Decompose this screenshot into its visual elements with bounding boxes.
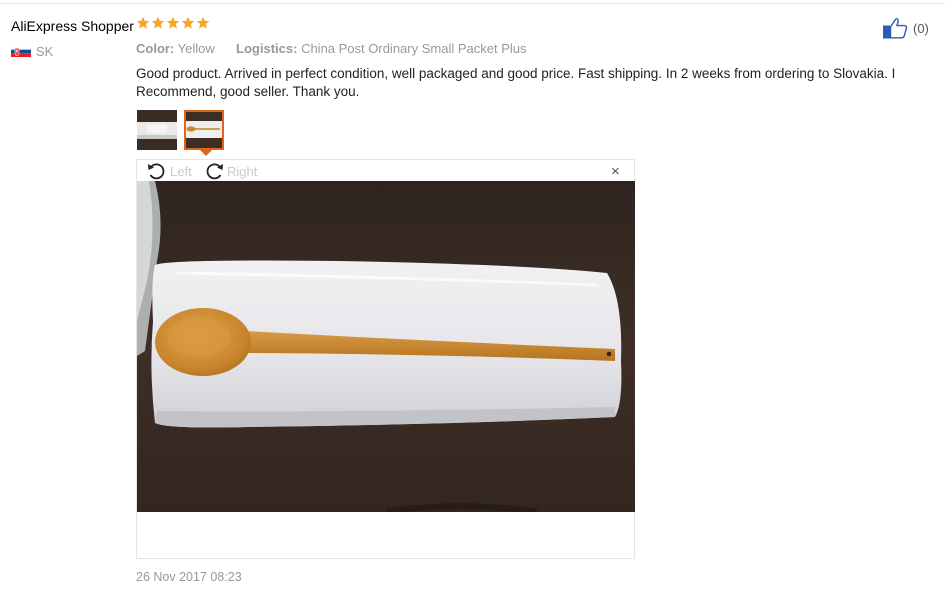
slovakia-flag-icon bbox=[11, 46, 31, 57]
selected-thumbnail-pointer bbox=[200, 150, 212, 156]
review-text: Good product. Arrived in perfect conditi… bbox=[136, 66, 896, 99]
color-value: Yellow bbox=[177, 41, 215, 56]
close-icon[interactable]: × bbox=[611, 164, 620, 179]
rotate-right-icon bbox=[206, 163, 223, 180]
rotate-left-button[interactable]: Left bbox=[146, 161, 192, 181]
review-photo-thumbnail[interactable] bbox=[137, 110, 177, 150]
review-date: 26 Nov 2017 08:23 bbox=[136, 570, 242, 584]
rotate-right-label: Right bbox=[227, 163, 258, 179]
review-photo bbox=[137, 181, 635, 512]
logistics-label: Logistics: bbox=[236, 41, 298, 56]
review-photo-thumbnail-selected[interactable] bbox=[184, 110, 224, 150]
star-icon bbox=[136, 16, 150, 29]
rotate-left-label: Left bbox=[170, 163, 192, 179]
reviewer-name: AliExpress Shopper bbox=[11, 18, 134, 34]
star-icon bbox=[151, 16, 165, 29]
rotate-right-button[interactable]: Right bbox=[203, 161, 257, 181]
logistics-value: China Post Ordinary Small Packet Plus bbox=[301, 41, 527, 56]
top-divider bbox=[0, 3, 945, 4]
review-attributes: Color: Yellow Logistics: China Post Ordi… bbox=[136, 41, 527, 56]
color-label: Color: bbox=[136, 41, 175, 56]
star-icon bbox=[196, 16, 210, 29]
star-icon bbox=[166, 16, 180, 29]
thumbs-up-icon[interactable] bbox=[882, 17, 908, 39]
reviewer-country: SK bbox=[36, 44, 54, 59]
rotate-left-icon bbox=[148, 163, 165, 180]
rating-stars bbox=[136, 16, 210, 30]
star-icon bbox=[181, 16, 195, 29]
helpful-count: (0) bbox=[913, 21, 929, 36]
